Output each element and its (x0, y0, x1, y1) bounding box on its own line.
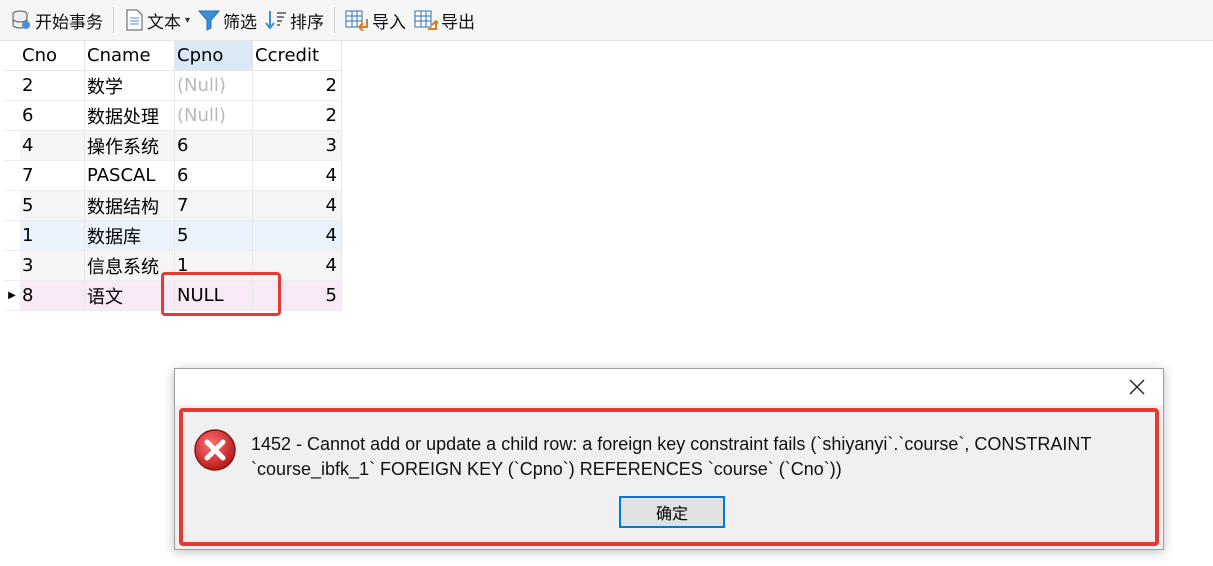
row-header[interactable] (4, 250, 20, 281)
close-button[interactable] (1125, 375, 1149, 399)
export-icon (414, 10, 439, 30)
ok-button[interactable]: 确定 (619, 496, 725, 528)
cell-cpno[interactable]: 6 (174, 130, 253, 161)
filter-icon (198, 10, 221, 31)
table-row[interactable]: 2 数学 (Null) 2 (4, 70, 342, 101)
row-header[interactable] (4, 190, 20, 221)
sort-icon (265, 11, 287, 30)
cell-cno[interactable]: 6 (20, 100, 85, 131)
import-label: 导入 (372, 12, 407, 33)
error-message-line1: 1452 - Cannot add or update a child row:… (251, 434, 1092, 454)
error-icon (194, 429, 236, 471)
row-header[interactable] (4, 70, 20, 101)
row-header[interactable] (4, 130, 20, 161)
cell-cname[interactable]: 操作系统 (84, 130, 175, 161)
row-header[interactable] (4, 100, 20, 131)
error-dialog: 1452 - Cannot add or update a child row:… (174, 368, 1164, 550)
sort-button[interactable]: 排序 (261, 5, 328, 35)
table-row[interactable]: 7 PASCAL 6 4 (4, 160, 342, 191)
filter-label: 筛选 (223, 12, 258, 33)
cell-cname[interactable]: 数学 (84, 70, 175, 101)
error-highlight-box: 1452 - Cannot add or update a child row:… (179, 408, 1159, 546)
cell-ccredit[interactable]: 2 (252, 70, 342, 101)
error-message-line2: `course_ibfk_1` FOREIGN KEY (`Cpno`) REF… (251, 459, 842, 479)
cell-cname[interactable]: PASCAL (84, 160, 175, 191)
toolbar: 开始事务 文本 ▾ 筛选 排序 导入 导出 (0, 0, 1213, 41)
table-row[interactable]: 1 数据库 5 4 (4, 220, 342, 251)
header-row: Cno Cname Cpno Ccredit (4, 41, 342, 71)
cell-cname[interactable]: 数据结构 (84, 190, 175, 221)
cell-cno[interactable]: 7 (20, 160, 85, 191)
table-row[interactable]: 6 数据处理 (Null) 2 (4, 100, 342, 131)
text-label: 文本 (147, 12, 181, 33)
cell-ccredit[interactable]: 4 (252, 220, 342, 251)
data-grid: Cno Cname Cpno Ccredit 2 数学 (Null) 2 6 数… (4, 41, 342, 311)
column-header-cno[interactable]: Cno (20, 41, 85, 71)
import-button[interactable]: 导入 (341, 5, 410, 35)
row-header[interactable] (4, 220, 20, 251)
sort-label: 排序 (290, 12, 325, 33)
chevron-down-icon[interactable]: ▾ (185, 15, 190, 26)
cell-cno[interactable]: 5 (20, 190, 85, 221)
cell-cpno[interactable]: 5 (174, 220, 253, 251)
database-icon (12, 10, 30, 29)
cell-cno[interactable]: 2 (20, 70, 85, 101)
error-message: 1452 - Cannot add or update a child row:… (251, 432, 1151, 482)
text-button[interactable]: 文本 ▾ (120, 5, 194, 35)
export-button[interactable]: 导出 (410, 5, 479, 35)
row-header-corner (4, 41, 20, 71)
cell-cname[interactable]: 数据处理 (84, 100, 175, 131)
begin-transaction-label: 开始事务 (35, 12, 103, 33)
filter-button[interactable]: 筛选 (194, 5, 261, 35)
cell-ccredit[interactable]: 2 (252, 100, 342, 131)
column-header-ccredit[interactable]: Ccredit (252, 41, 342, 71)
toolbar-divider (113, 7, 114, 33)
document-icon (126, 9, 143, 31)
import-icon (345, 10, 369, 31)
cell-cno[interactable]: 1 (20, 220, 85, 251)
cell-cno[interactable]: 8 (20, 280, 85, 311)
cell-cpno[interactable]: (Null) (174, 70, 253, 101)
cell-cpno[interactable]: (Null) (174, 100, 253, 131)
table-row[interactable]: 5 数据结构 7 4 (4, 190, 342, 221)
dialog-content: 1452 - Cannot add or update a child row:… (175, 405, 1163, 549)
close-icon (1129, 379, 1145, 395)
row-header[interactable] (4, 160, 20, 191)
toolbar-divider (334, 7, 336, 33)
cell-ccredit[interactable]: 4 (252, 190, 342, 221)
cell-cpno[interactable]: 7 (174, 190, 253, 221)
table-row[interactable]: 4 操作系统 6 3 (4, 130, 342, 161)
begin-transaction-button[interactable]: 开始事务 (6, 5, 107, 35)
cell-ccredit[interactable]: 4 (252, 160, 342, 191)
cell-cno[interactable]: 3 (20, 250, 85, 281)
dialog-titlebar[interactable] (175, 369, 1163, 405)
cell-cpno[interactable]: 6 (174, 160, 253, 191)
cell-highlight-box (161, 272, 281, 316)
cell-ccredit[interactable]: 3 (252, 130, 342, 161)
column-header-cpno[interactable]: Cpno (174, 41, 253, 71)
cell-cno[interactable]: 4 (20, 130, 85, 161)
export-label: 导出 (441, 12, 476, 33)
current-row-indicator-icon[interactable]: ▶ (4, 280, 20, 311)
column-header-cname[interactable]: Cname (84, 41, 175, 71)
cell-cname[interactable]: 数据库 (84, 220, 175, 251)
